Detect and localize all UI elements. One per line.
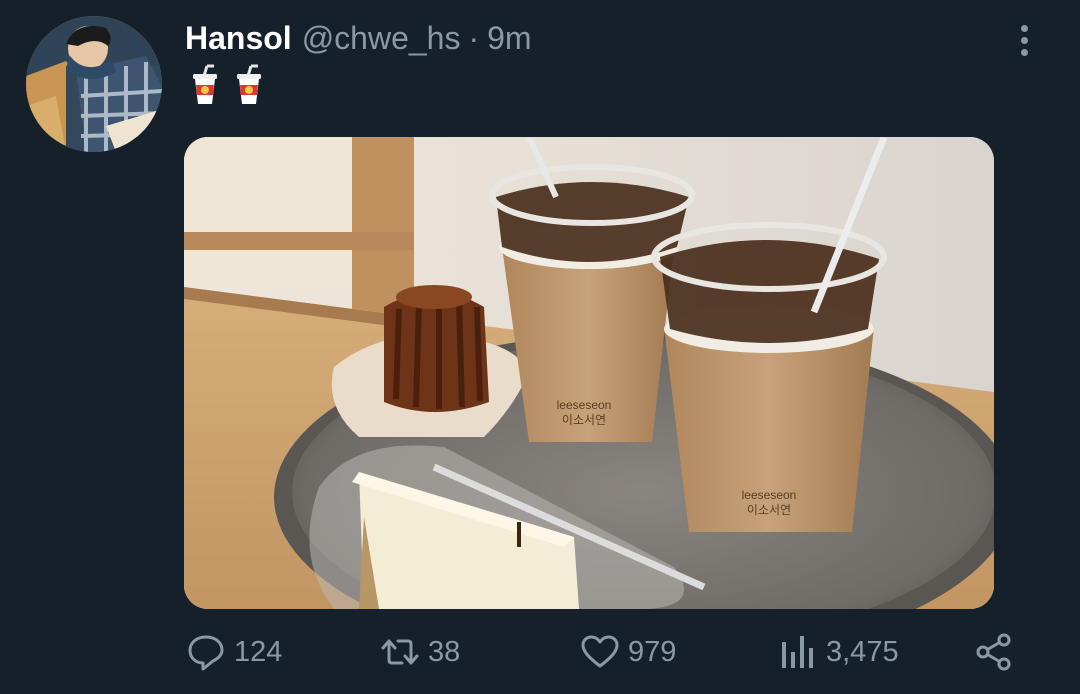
heart-icon xyxy=(581,635,619,668)
tweet-text xyxy=(190,64,264,106)
cup-print-bottom-2: 이소서연 xyxy=(747,503,791,517)
retweet-icon xyxy=(381,639,419,665)
views-icon xyxy=(782,636,813,668)
photo-coffee-and-cheesecake: leeseseon 이소서연 leeseseon 이소서연 xyxy=(184,137,994,609)
reply-count: 124 xyxy=(234,635,283,668)
cup-print-bottom: 이소서연 xyxy=(562,413,606,427)
cup-with-straw-icon xyxy=(237,64,261,104)
cup-print-top-2: leeseseon xyxy=(742,488,797,502)
views-button[interactable]: 3,475 xyxy=(778,620,899,684)
reply-button[interactable]: 124 xyxy=(186,620,282,684)
tweet-actions: 124 38 979 3,475 xyxy=(0,620,1080,684)
tweet-photo[interactable]: leeseseon 이소서연 leeseseon 이소서연 xyxy=(184,137,994,609)
separator-dot: · xyxy=(468,20,480,56)
share-icon xyxy=(976,633,1011,671)
like-count: 979 xyxy=(628,635,677,668)
avatar[interactable] xyxy=(26,16,162,152)
retweet-count: 38 xyxy=(428,635,461,668)
cup-print-top: leeseseon xyxy=(557,398,612,412)
tweet-timestamp[interactable]: 9m xyxy=(487,20,531,57)
tweet[interactable]: Hansol @chwe_hs · 9m leeseseon 이소서연 lees… xyxy=(0,0,1080,694)
tweet-header: Hansol @chwe_hs · 9m xyxy=(185,20,532,64)
like-button[interactable]: 979 xyxy=(580,620,676,684)
author-name[interactable]: Hansol xyxy=(185,20,292,57)
views-count: 3,475 xyxy=(826,635,899,668)
avatar-image xyxy=(26,16,162,152)
author-handle[interactable]: @chwe_hs xyxy=(302,20,461,57)
more-vertical-icon[interactable] xyxy=(1010,22,1038,58)
retweet-button[interactable]: 38 xyxy=(380,620,460,684)
reply-icon xyxy=(188,635,224,671)
cup-with-straw-icon xyxy=(193,64,217,104)
share-button[interactable] xyxy=(974,620,1014,684)
